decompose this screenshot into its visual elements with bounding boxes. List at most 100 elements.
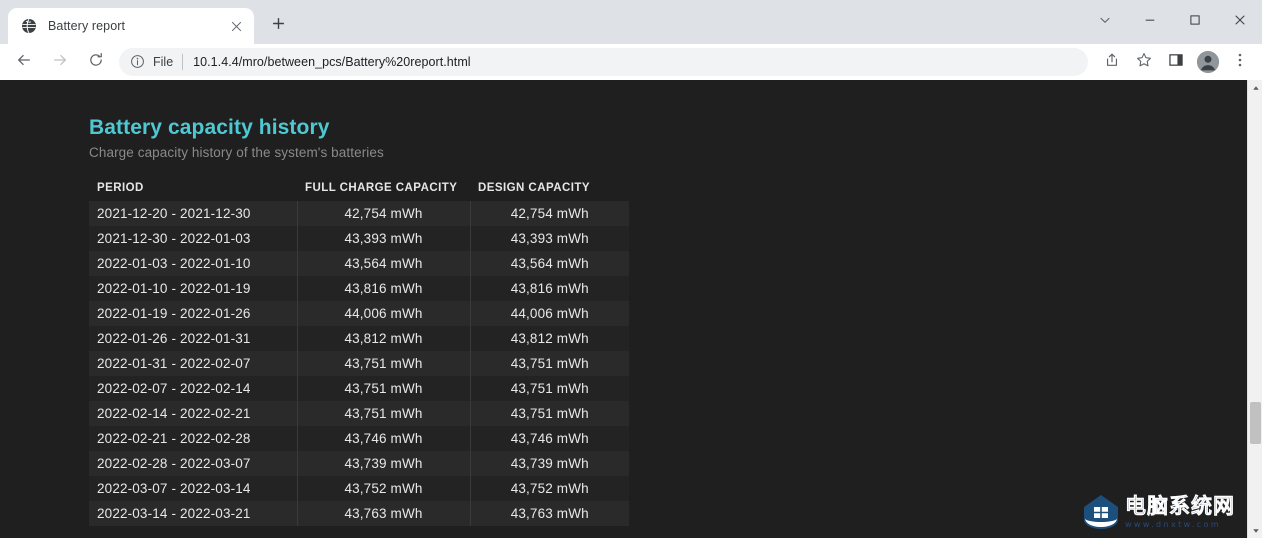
tab-search-button[interactable]: [1082, 0, 1127, 44]
tab-title: Battery report: [48, 19, 126, 33]
page-viewport: Battery capacity history Charge capacity…: [0, 80, 1262, 538]
cell-period: 2022-03-07 - 2022-03-14: [89, 476, 298, 501]
browser-window: Battery report File 10.1.4.4/mro/between…: [0, 0, 1262, 538]
cell-design-capacity: 43,812 mWh: [510, 331, 589, 346]
cell-period: 2022-01-10 - 2022-01-19: [89, 276, 298, 301]
scrollbar-thumb[interactable]: [1250, 402, 1261, 444]
cell-full-charge-capacity: 43,746 mWh: [297, 426, 471, 451]
cell-period: 2022-01-03 - 2022-01-10: [89, 251, 298, 276]
maximize-button[interactable]: [1172, 0, 1217, 44]
reload-icon: [88, 52, 104, 73]
table-row: 2022-03-14 - 2022-03-21 43,763 mWh 43,763 …: [89, 501, 629, 526]
cell-design-capacity: 43,739 mWh: [510, 456, 589, 471]
cell-full-charge-capacity: 43,393 mWh: [297, 226, 471, 251]
cell-full-charge-capacity: 43,739 mWh: [297, 451, 471, 476]
browser-toolbar: File 10.1.4.4/mro/between_pcs/Battery%20…: [0, 44, 1262, 80]
column-header-full-charge-capacity: FULL CHARGE CAPACITY: [305, 182, 458, 194]
watermark-url: www.dnxtw.com: [1125, 519, 1222, 529]
address-bar[interactable]: File 10.1.4.4/mro/between_pcs/Battery%20…: [119, 48, 1088, 76]
profile-button[interactable]: [1194, 48, 1222, 76]
cell-full-charge-capacity: 43,812 mWh: [297, 326, 471, 351]
cell-design-capacity: 43,816 mWh: [510, 281, 589, 296]
cell-full-charge-capacity: 43,752 mWh: [297, 476, 471, 501]
column-header-period: PERIOD: [97, 182, 144, 194]
bookmark-button[interactable]: [1130, 48, 1158, 76]
table-row: 2022-01-31 - 2022-02-07 43,751 mWh 43,751 …: [89, 351, 629, 376]
cell-period: 2022-02-07 - 2022-02-14: [89, 376, 298, 401]
browser-menu-button[interactable]: [1226, 48, 1254, 76]
triangle-up-icon: [1252, 79, 1260, 97]
cell-design-capacity: 43,746 mWh: [510, 431, 589, 446]
table-row: 2022-02-21 - 2022-02-28 43,746 mWh 43,746 …: [89, 426, 629, 451]
table-row: 2022-01-19 - 2022-01-26 44,006 mWh 44,006 …: [89, 301, 629, 326]
cell-design-capacity: 43,752 mWh: [510, 481, 589, 496]
globe-icon: [21, 18, 37, 34]
cell-period: 2022-02-14 - 2022-02-21: [89, 401, 298, 426]
table-row: 2022-01-10 - 2022-01-19 43,816 mWh 43,816 …: [89, 276, 629, 301]
cell-period: 2022-02-21 - 2022-02-28: [89, 426, 298, 451]
battery-report-page: Battery capacity history Charge capacity…: [0, 80, 1247, 538]
capacity-history-table: PERIOD FULL CHARGE CAPACITY DESIGN CAPAC…: [89, 182, 629, 526]
forward-button[interactable]: [45, 47, 75, 77]
cell-full-charge-capacity: 43,564 mWh: [297, 251, 471, 276]
cell-design-capacity: 43,751 mWh: [510, 356, 589, 371]
maximize-icon: [1189, 13, 1201, 31]
cell-full-charge-capacity: 44,006 mWh: [297, 301, 471, 326]
table-row: 2022-02-07 - 2022-02-14 43,751 mWh 43,751 …: [89, 376, 629, 401]
table-row: 2022-02-28 - 2022-03-07 43,739 mWh 43,739 …: [89, 451, 629, 476]
plus-icon: [272, 17, 285, 35]
cell-period: 2022-01-19 - 2022-01-26: [89, 301, 298, 326]
arrow-left-icon: [16, 52, 32, 73]
minimize-icon: [1144, 13, 1156, 31]
close-icon: [1234, 13, 1246, 31]
url-scheme-label: File: [153, 55, 174, 69]
back-button[interactable]: [9, 47, 39, 77]
tab-strip: Battery report: [0, 0, 1262, 44]
browser-tab-battery-report[interactable]: Battery report: [8, 8, 254, 44]
cell-design-capacity: 44,006 mWh: [510, 306, 589, 321]
share-button[interactable]: [1098, 48, 1126, 76]
three-dots-vertical-icon: [1232, 52, 1248, 73]
page-subtitle: Charge capacity history of the system's …: [89, 145, 384, 160]
table-header: PERIOD FULL CHARGE CAPACITY DESIGN CAPAC…: [89, 182, 629, 201]
cell-full-charge-capacity: 42,754 mWh: [297, 201, 471, 226]
site-watermark: 电脑系统网 www.dnxtw.com: [1077, 488, 1255, 536]
cell-design-capacity: 43,751 mWh: [510, 406, 589, 421]
cell-design-capacity: 43,564 mWh: [510, 256, 589, 271]
close-window-button[interactable]: [1217, 0, 1262, 44]
info-circle-icon[interactable]: [130, 54, 146, 70]
page-scrollbar[interactable]: [1247, 80, 1262, 538]
cell-period: 2021-12-30 - 2022-01-03: [89, 226, 298, 251]
house-logo-icon: [1081, 492, 1121, 532]
scrollbar-up-button[interactable]: [1248, 80, 1262, 95]
url-text: 10.1.4.4/mro/between_pcs/Battery%20repor…: [193, 55, 471, 69]
cell-period: 2022-01-31 - 2022-02-07: [89, 351, 298, 376]
cell-full-charge-capacity: 43,816 mWh: [297, 276, 471, 301]
cell-design-capacity: 42,754 mWh: [510, 206, 589, 221]
watermark-text: 电脑系统网 www.dnxtw.com: [1125, 495, 1235, 528]
table-row: 2022-02-14 - 2022-02-21 43,751 mWh 43,751 …: [89, 401, 629, 426]
person-avatar-icon: [1197, 51, 1219, 73]
watermark-site-name: 电脑系统网: [1125, 494, 1235, 519]
table-header-row: PERIOD FULL CHARGE CAPACITY DESIGN CAPAC…: [89, 182, 629, 201]
column-header-design-capacity: DESIGN CAPACITY: [478, 182, 590, 194]
cell-period: 2021-12-20 - 2021-12-30: [89, 201, 298, 226]
cell-period: 2022-01-26 - 2022-01-31: [89, 326, 298, 351]
chevron-down-icon: [1099, 13, 1111, 31]
page-title: Battery capacity history: [89, 116, 330, 139]
table-row: 2022-03-07 - 2022-03-14 43,752 mWh 43,752 …: [89, 476, 629, 501]
cell-full-charge-capacity: 43,751 mWh: [297, 401, 471, 426]
table-row: 2021-12-20 - 2021-12-30 42,754 mWh 42,754 …: [89, 201, 629, 226]
cell-full-charge-capacity: 43,751 mWh: [297, 351, 471, 376]
cell-design-capacity: 43,763 mWh: [510, 506, 589, 521]
cell-full-charge-capacity: 43,751 mWh: [297, 376, 471, 401]
omnibox-divider: [182, 54, 184, 70]
window-controls: [1082, 0, 1262, 44]
side-panel-button[interactable]: [1162, 48, 1190, 76]
reload-button[interactable]: [81, 47, 111, 77]
table-row: 2021-12-30 - 2022-01-03 43,393 mWh 43,393 …: [89, 226, 629, 251]
new-tab-button[interactable]: [264, 12, 292, 40]
side-panel-icon: [1168, 52, 1184, 73]
minimize-button[interactable]: [1127, 0, 1172, 44]
close-icon[interactable]: [226, 16, 246, 36]
